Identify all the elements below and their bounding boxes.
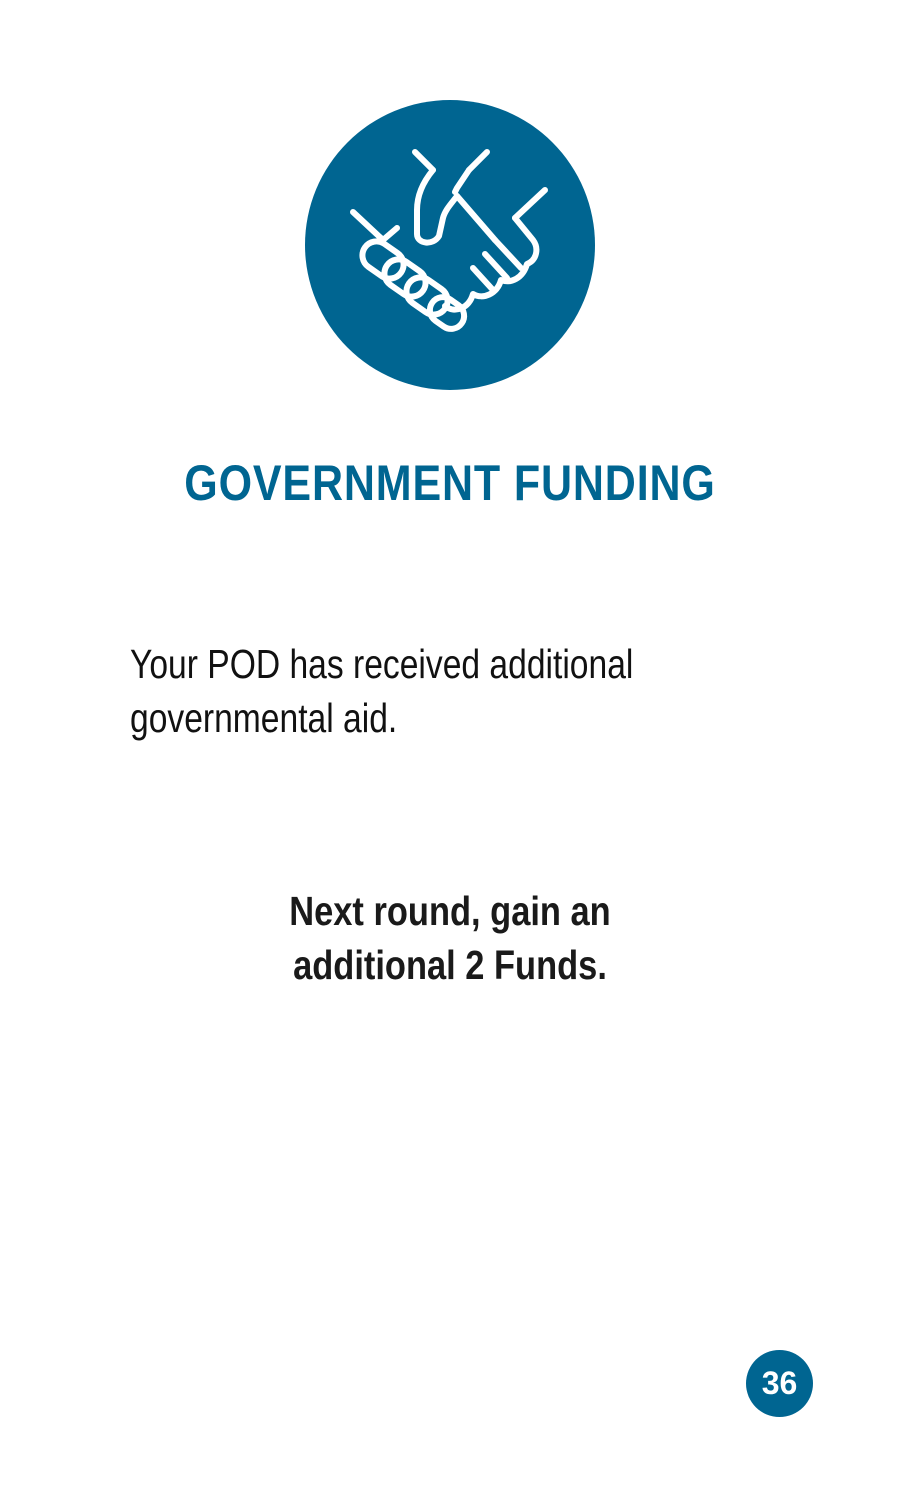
card-description: Your POD has received additional governm… (130, 637, 638, 745)
effect-line: Next round, gain an (289, 888, 611, 934)
handshake-icon (350, 149, 548, 332)
description-line: governmental aid. (130, 695, 398, 741)
description-line: Your POD has received additional (130, 641, 634, 687)
event-card: GOVERNMENT FUNDING Your POD has received… (0, 0, 900, 1500)
page-number-badge: 36 (746, 1350, 813, 1417)
card-title: GOVERNMENT FUNDING (184, 455, 716, 511)
card-effect: Next round, gain an additional 2 Funds. (198, 884, 702, 992)
effect-line: additional 2 Funds. (293, 942, 607, 988)
icon-badge (305, 100, 595, 390)
